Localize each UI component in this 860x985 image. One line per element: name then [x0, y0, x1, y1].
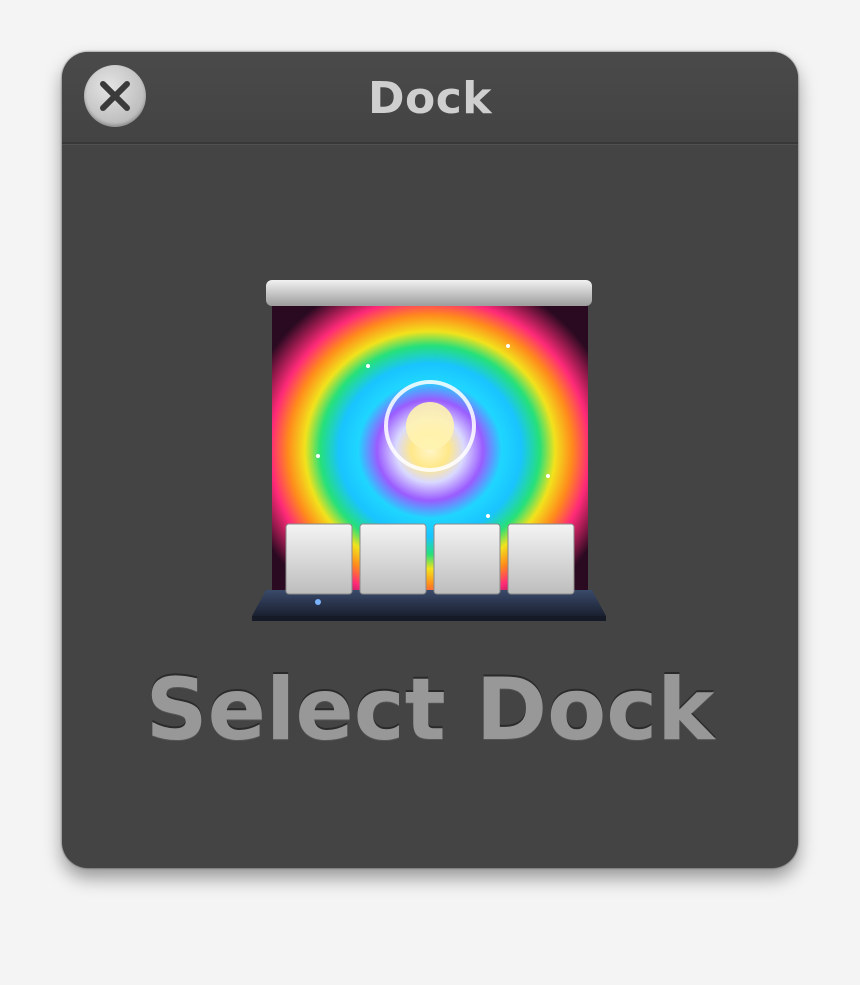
dock-app-icon[interactable]	[248, 276, 610, 626]
dock-window: Dock Select Dock	[62, 52, 798, 868]
window-title: Dock	[367, 73, 493, 124]
title-bar-divider	[62, 144, 798, 145]
close-button[interactable]	[84, 65, 146, 127]
close-icon	[100, 81, 130, 111]
select-dock-label[interactable]: Select Dock	[62, 660, 798, 760]
page: Dock Select Dock	[0, 0, 860, 985]
